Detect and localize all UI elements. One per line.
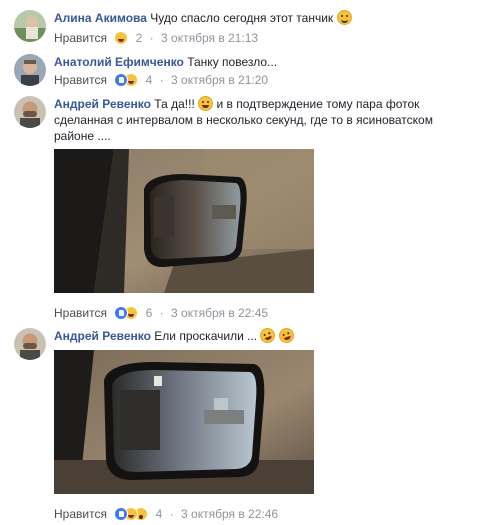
rolling-laugh-emoji-icon [276,325,296,346]
comment-text-line: Анатолий Ефимченко Танку повезло... [54,54,277,70]
rolling-laugh-emoji-icon [258,325,278,346]
like-button[interactable]: Нравится [54,306,107,320]
separator: · [159,73,164,87]
comment-date[interactable]: 3 октября в 22:46 [181,507,278,521]
comment-text: Чудо спасло сегодня этот танчик [150,11,334,25]
comment-meta: Нравится 6 · 3 октября в 22:45 [54,305,268,321]
comment-photo[interactable] [54,350,314,494]
avatar[interactable] [14,54,46,86]
reaction-count[interactable]: 6 [146,306,153,320]
comment-date[interactable]: 3 октября в 22:45 [171,306,268,320]
smile-emoji-icon [336,10,352,25]
comment-date[interactable]: 3 октября в 21:20 [171,73,268,87]
like-button[interactable]: Нравится [54,73,107,87]
reaction-count[interactable]: 4 [146,73,153,87]
comment-4: Андрей Ревенко Ели проскачили ... Нравит… [12,325,492,523]
separator: · [159,306,164,320]
comment-author[interactable]: Алина Акимова [54,11,147,25]
comment-author[interactable]: Андрей Ревенко [54,329,151,343]
haha-icon [114,31,129,45]
comment-text: Танку повезло... [187,55,278,69]
avatar[interactable] [14,328,46,360]
comment-meta: Нравится 4 · 3 октября в 22:46 [54,506,278,522]
like-button[interactable]: Нравится [54,507,107,521]
avatar-photo [14,10,46,42]
comment-text-line: Алина Акимова Чудо спасло сегодня этот т… [54,10,352,26]
comment-text: Ели проскачили ... [154,329,258,343]
separator: · [169,507,174,521]
avatar[interactable] [14,96,46,128]
comment-3: Андрей Ревенко Та да!!! и в подтверждени… [12,96,492,321]
avatar-photo [14,54,46,86]
comment-2: Анатолий Ефимченко Танку повезло... Нрав… [12,54,492,90]
like-button[interactable]: Нравится [54,31,107,45]
avatar-photo [14,328,46,360]
comment-meta: Нравится 4 · 3 октября в 21:20 [54,72,268,88]
car-mirror-photo [54,350,314,494]
avatar-photo [14,96,46,128]
reactions[interactable] [114,31,130,45]
reactions[interactable] [114,507,150,521]
car-mirror-photo [54,149,314,293]
comment-text-part1: Та да!!! [154,97,195,111]
comment-meta: Нравится 2 · 3 октября в 21:13 [54,30,258,46]
reaction-count[interactable]: 4 [156,507,163,521]
avatar[interactable] [14,10,46,42]
comment-author[interactable]: Анатолий Ефимченко [54,55,184,69]
comment-text-block: Андрей Ревенко Та да!!! и в подтверждени… [54,96,474,144]
comment-1: Алина Акимова Чудо спасло сегодня этот т… [12,10,492,46]
separator: · [149,31,154,45]
reaction-count[interactable]: 2 [136,31,143,45]
comment-date[interactable]: 3 октября в 21:13 [161,31,258,45]
reactions[interactable] [114,73,140,87]
reactions[interactable] [114,306,140,320]
comment-photo[interactable] [54,149,314,293]
laughing-emoji-icon [198,96,214,111]
comment-author[interactable]: Андрей Ревенко [54,97,151,111]
comment-text-line: Андрей Ревенко Ели проскачили ... [54,325,296,346]
